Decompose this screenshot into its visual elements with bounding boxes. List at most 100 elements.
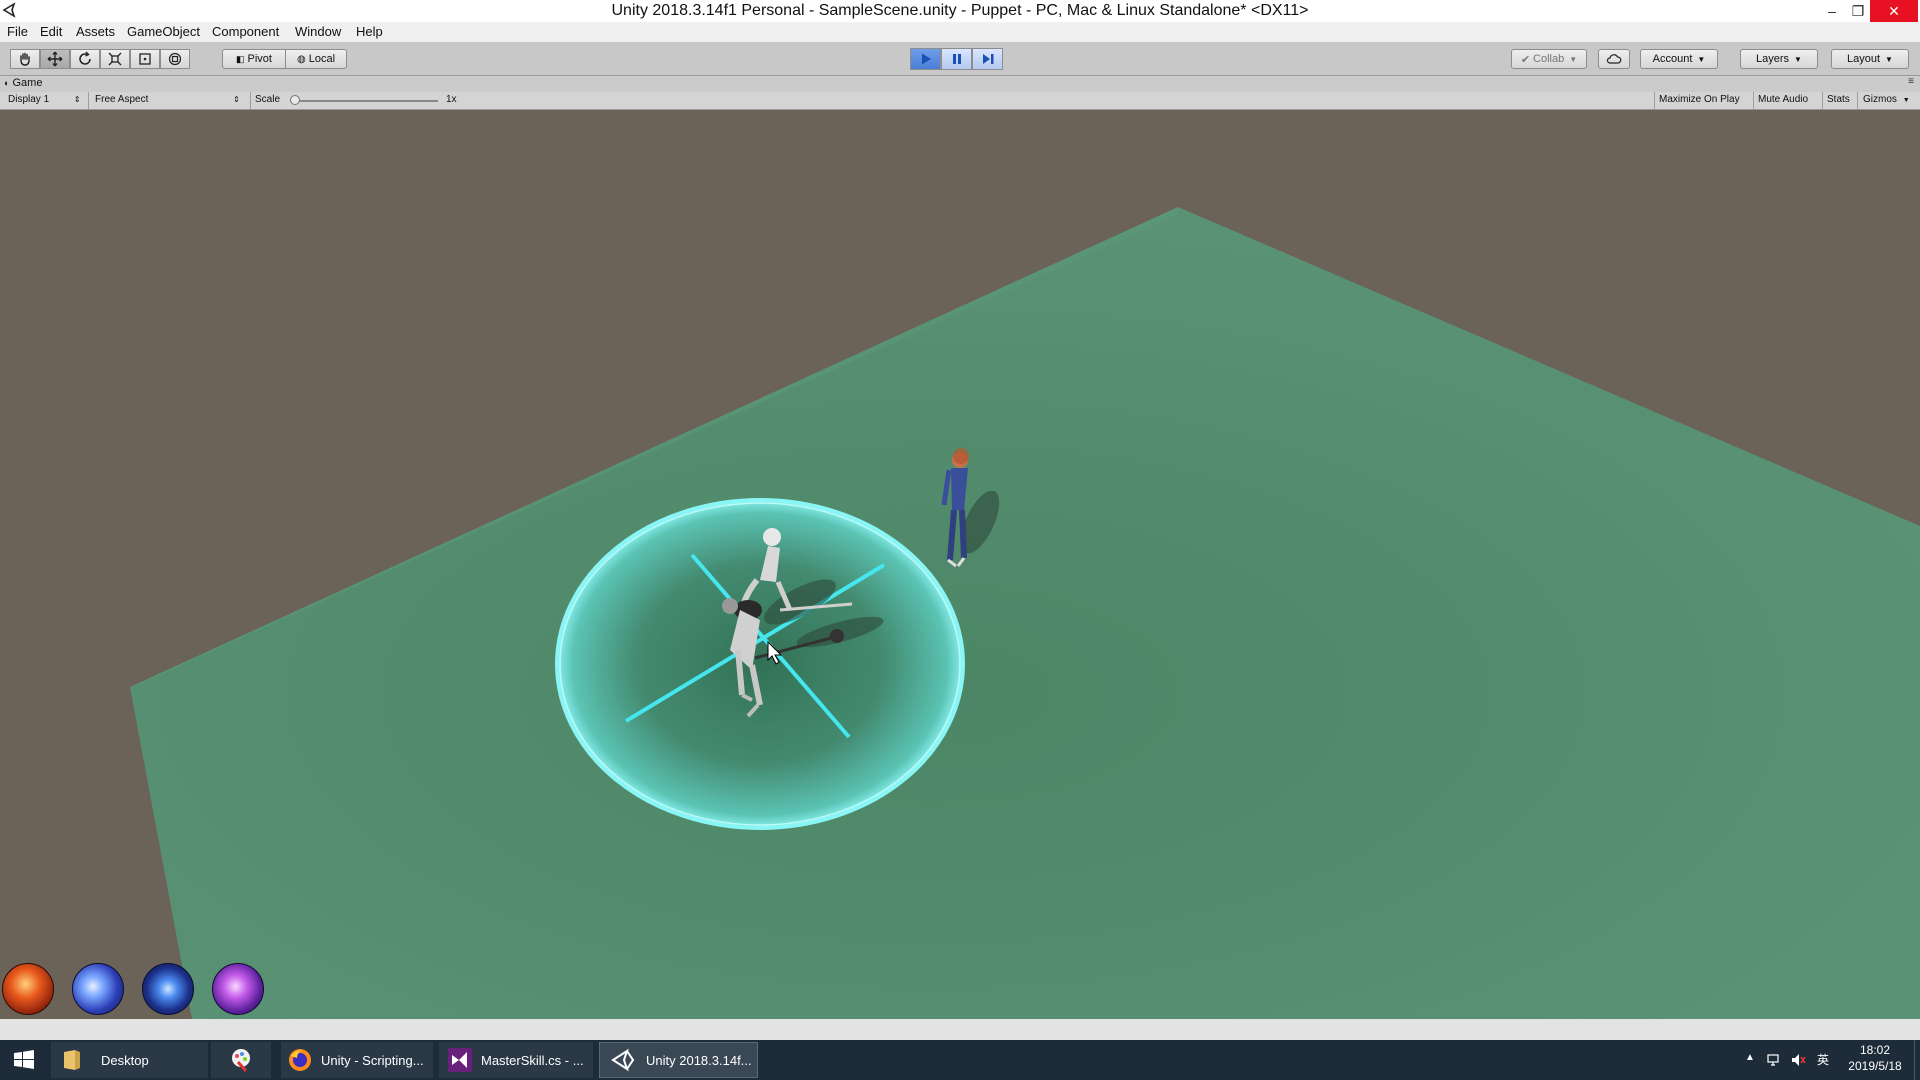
combined-transform-icon [168,52,182,66]
local-label: Local [308,53,336,65]
step-icon [982,54,993,64]
wave-skill-icon[interactable] [142,963,194,1015]
menu-edit[interactable]: Edit [40,24,62,39]
scale-label: Scale [255,94,281,105]
unity-label: Unity 2018.3.14f... [646,1052,752,1068]
game-controller-icon: ◐ [4,78,10,88]
toolbar-divider [1654,92,1655,109]
toolbar-divider [88,92,89,109]
toolbar-divider [1857,92,1858,109]
aspect-label: Free Aspect [95,94,149,105]
collab-label: Collab [1533,53,1565,65]
gizmos-dropdown[interactable]: Gizmos ▼ [1863,94,1910,105]
hand-tool-button[interactable] [10,49,40,69]
layout-dropdown[interactable]: Layout ▼ [1831,49,1909,69]
desktop-label: Desktop [101,1052,149,1068]
stats-toggle[interactable]: Stats [1827,94,1850,105]
tab-menu-icon[interactable]: ≡ [1908,76,1914,87]
display-select[interactable]: Display 1 ⇕ [8,94,81,105]
local-toggle[interactable]: ◍ Local [285,49,347,69]
folder-icon [64,1050,80,1070]
windows-taskbar: Desktop Unity - Scripting... MasterSkill… [0,1040,1920,1080]
hand-icon [20,52,30,66]
transform-tool-button[interactable] [160,49,190,69]
scale-tool-button[interactable] [100,49,130,69]
move-arrows-icon [47,51,63,67]
scale-value: 1x [446,94,457,105]
tray-overflow-icon[interactable]: ▲ [1745,1052,1755,1063]
game-viewport[interactable] [0,110,1920,1019]
step-button[interactable] [972,48,1003,70]
layers-label: Layers [1756,53,1790,65]
account-dropdown[interactable]: Account ▼ [1640,49,1718,69]
taskbar-desktop[interactable]: Desktop [51,1042,208,1078]
ground-plane [130,207,1920,1019]
pivot-label: Pivot [247,53,272,65]
taskbar-paint-app[interactable] [211,1042,271,1078]
move-tool-button[interactable] [40,49,70,69]
main-toolbar: ◧ Pivot ◍ Local ✔ Collab ▼ Account ▼ Lay… [0,42,1920,76]
arcane-skill-icon[interactable] [212,963,264,1015]
network-icon[interactable] [1766,1052,1782,1068]
ime-indicator[interactable]: 英 [1817,1051,1829,1068]
chevron-updown-icon: ⇕ [233,95,240,104]
menu-window[interactable]: Window [295,24,341,39]
toolbar-divider [250,92,251,109]
aspect-select[interactable]: Free Aspect ⇕ [95,94,240,105]
visual-studio-icon [448,1048,472,1072]
pause-button[interactable] [941,48,972,70]
chevron-updown-icon: ⇕ [73,95,81,104]
clock[interactable]: 18:02 2019/5/18 [1840,1043,1910,1073]
mute-audio-toggle[interactable]: Mute Audio [1758,94,1808,105]
toolbar-divider [1753,92,1754,109]
taskbar-firefox[interactable]: Unity - Scripting... [281,1042,433,1078]
check-icon: ✔ [1520,53,1531,66]
menu-component[interactable]: Component [212,24,279,39]
play-button[interactable] [910,48,941,70]
play-icon [921,53,931,65]
show-desktop-button[interactable] [1914,1040,1920,1080]
restore-button[interactable]: ❐ [1843,0,1873,22]
vs-label: MasterSkill.cs - ... [481,1052,584,1068]
game-view-toolbar: Display 1 ⇕ Free Aspect ⇕ Scale 1x Maxim… [0,92,1920,110]
scale-slider[interactable] [290,95,438,105]
cloud-button[interactable] [1598,49,1630,69]
menu-file[interactable]: File [7,24,28,39]
taskbar-visual-studio[interactable]: MasterSkill.cs - ... [439,1042,593,1078]
pivot-icon: ◧ [236,53,245,64]
layers-dropdown[interactable]: Layers ▼ [1740,49,1818,69]
chevron-down-icon: ▼ [1697,54,1706,64]
scale-icon [108,52,122,66]
rotate-tool-button[interactable] [70,49,100,69]
volume-muted-icon[interactable] [1790,1052,1806,1068]
pause-icon [952,54,961,64]
gizmos-label: Gizmos [1863,94,1897,105]
pivot-toggle[interactable]: ◧ Pivot [222,49,286,69]
start-button[interactable] [0,1042,48,1078]
maximize-on-play-toggle[interactable]: Maximize On Play [1659,94,1740,105]
taskbar-unity[interactable]: Unity 2018.3.14f... [599,1042,758,1078]
rect-transform-icon [139,53,151,65]
scale-slider-thumb[interactable] [290,95,300,105]
menu-gameobject[interactable]: GameObject [127,24,200,39]
menu-assets[interactable]: Assets [76,24,115,39]
cloud-icon [1606,54,1622,64]
game-tab-header: ◐ Game ≡ [0,76,1920,92]
wind-skill-icon[interactable] [72,963,124,1015]
fire-skill-icon[interactable] [2,963,54,1015]
rect-tool-button[interactable] [130,49,160,69]
game-scene [130,207,1920,1019]
collab-dropdown[interactable]: ✔ Collab ▼ [1511,49,1587,69]
tab-game[interactable]: ◐ Game [4,77,42,89]
globe-icon: ◍ [296,53,306,65]
skill-ring-effect [555,498,965,830]
chevron-down-icon: ▼ [1794,54,1802,64]
skill-icon-bar [0,963,270,1015]
close-button[interactable]: ✕ [1870,0,1918,22]
chevron-down-icon: ▼ [1902,97,1910,104]
window-title: Unity 2018.3.14f1 Personal - SampleScene… [611,2,1309,19]
menu-help[interactable]: Help [356,24,383,39]
firefox-label: Unity - Scripting... [321,1052,424,1068]
chevron-down-icon: ▼ [1885,54,1893,64]
tab-game-label: Game [12,77,43,89]
